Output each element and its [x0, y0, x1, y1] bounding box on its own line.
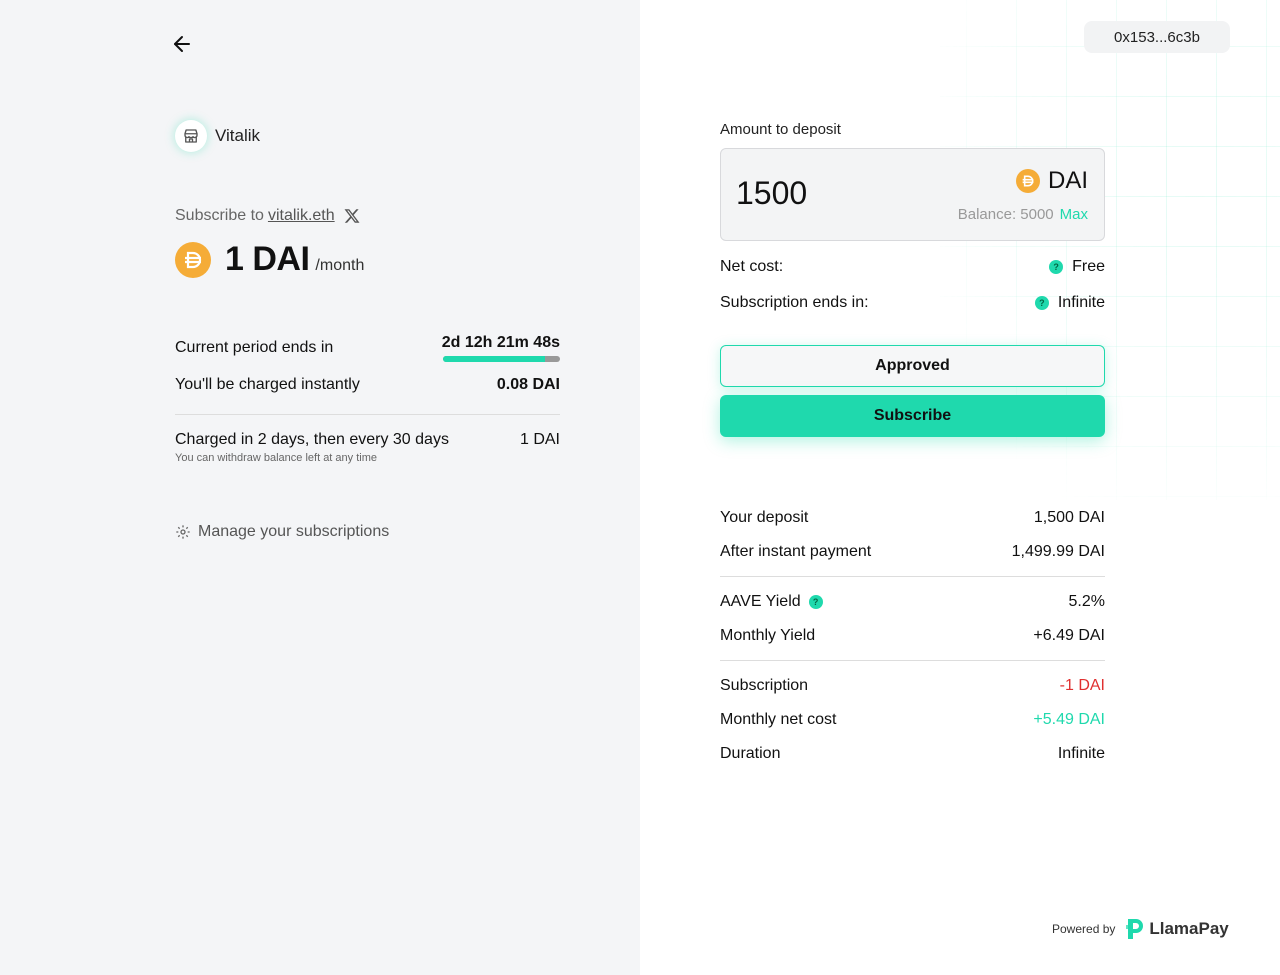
aave-yield-value: 5.2% — [1068, 593, 1105, 610]
monthly-yield-value: +6.49 DAI — [1033, 627, 1105, 644]
net-cost-label: Net cost: — [720, 258, 784, 275]
amount-box: DAI Balance: 5000 Max — [720, 148, 1105, 241]
withdraw-note: You can withdraw balance left at any tim… — [175, 452, 377, 464]
monthly-yield-row: Monthly Yield +6.49 DAI — [720, 627, 1105, 645]
after-payment-row: After instant payment 1,499.99 DAI — [720, 543, 1105, 561]
creator-info: Vitalik — [175, 120, 260, 152]
ends-in-label: Subscription ends in: — [720, 294, 869, 311]
aave-yield-label: AAVE Yield — [720, 593, 801, 610]
monthly-yield-label: Monthly Yield — [720, 627, 816, 644]
amount-input[interactable] — [736, 175, 936, 212]
after-payment-label: After instant payment — [720, 543, 872, 560]
right-panel: 0x153...6c3b Amount to deposit DAI Balan… — [640, 0, 1280, 975]
balance-line: Balance: 5000 Max — [958, 206, 1088, 223]
back-arrow-icon[interactable] — [170, 32, 194, 56]
ends-in-row: Subscription ends in: ? Infinite — [720, 294, 1105, 312]
charged-recurring-row: Charged in 2 days, then every 30 days 1 … — [175, 431, 560, 449]
duration-row: Duration Infinite — [720, 745, 1105, 763]
divider — [720, 576, 1105, 577]
duration-label: Duration — [720, 745, 781, 762]
help-icon[interactable]: ? — [1034, 296, 1049, 310]
llamapay-logo[interactable]: LlamaPay — [1125, 917, 1229, 941]
creator-link[interactable]: vitalik.eth — [268, 207, 335, 225]
net-cost-row: Net cost: ? Free — [720, 258, 1105, 276]
max-button[interactable]: Max — [1060, 206, 1088, 223]
charged-instantly-row: You'll be charged instantly 0.08 DAI — [175, 376, 560, 394]
wallet-address-button[interactable]: 0x153...6c3b — [1084, 21, 1230, 53]
subscription-value: -1 DAI — [1059, 677, 1105, 694]
token-display: DAI — [1015, 167, 1088, 195]
llamapay-logo-icon — [1126, 919, 1144, 939]
help-icon[interactable]: ? — [808, 595, 823, 609]
charged-instantly-label: You'll be charged instantly — [175, 376, 360, 393]
monthly-net-label: Monthly net cost — [720, 711, 837, 728]
aave-yield-row: AAVE Yield? 5.2% — [720, 593, 1105, 611]
divider — [175, 414, 560, 415]
duration-value: Infinite — [1057, 745, 1105, 762]
gear-icon — [176, 525, 190, 539]
subscribe-prefix: Subscribe to — [175, 207, 264, 224]
ends-in-value: Infinite — [1057, 294, 1105, 311]
deposit-row: Your deposit 1,500 DAI — [720, 509, 1105, 527]
net-cost-value: Free — [1072, 258, 1105, 275]
subscribe-to-line: Subscribe to vitalik.eth — [175, 207, 361, 225]
after-payment-value: 1,499.99 DAI — [1011, 543, 1105, 560]
monthly-net-row: Monthly net cost +5.49 DAI — [720, 711, 1105, 729]
amount-label: Amount to deposit — [720, 121, 841, 138]
dai-coin-icon — [175, 241, 211, 278]
period-progress-bar — [443, 356, 560, 362]
charged-recurring-label: Charged in 2 days, then every 30 days — [175, 431, 449, 448]
left-panel: Vitalik Subscribe to vitalik.eth 1 DAI /… — [0, 0, 640, 975]
creator-name: Vitalik — [215, 126, 261, 145]
help-icon[interactable]: ? — [1049, 260, 1064, 274]
charged-instantly-value: 0.08 DAI — [496, 376, 560, 393]
token-symbol: DAI — [1047, 167, 1088, 194]
subscription-label: Subscription — [720, 677, 809, 694]
deposit-label: Your deposit — [720, 509, 809, 526]
subscribe-button[interactable]: Subscribe — [720, 395, 1105, 437]
price-period: /month — [315, 256, 365, 274]
balance-text: Balance: 5000 — [957, 206, 1054, 223]
manage-label: Manage your subscriptions — [198, 523, 390, 540]
current-period-value: 2d 12h 21m 48s — [441, 334, 560, 351]
x-twitter-icon[interactable] — [343, 207, 361, 225]
price-display: 1 DAI /month — [175, 240, 364, 279]
current-period-row: Current period ends in 2d 12h 21m 48s — [175, 334, 560, 362]
manage-subscriptions-link[interactable]: Manage your subscriptions — [175, 523, 389, 541]
subscription-row: Subscription -1 DAI — [720, 677, 1105, 695]
period-progress-fill — [443, 356, 545, 362]
divider — [720, 660, 1105, 661]
powered-by-label: Powered by — [1052, 922, 1116, 936]
brand-name: LlamaPay — [1149, 919, 1229, 938]
store-icon — [175, 120, 207, 152]
charged-recurring-value: 1 DAI — [519, 431, 560, 448]
powered-by: Powered by LlamaPay — [1052, 917, 1229, 941]
current-period-label: Current period ends in — [175, 339, 334, 356]
dai-coin-icon — [1015, 169, 1040, 193]
price-amount: 1 DAI — [225, 240, 310, 278]
approved-button[interactable]: Approved — [720, 345, 1105, 387]
monthly-net-value: +5.49 DAI — [1033, 711, 1105, 728]
deposit-value: 1,500 DAI — [1033, 509, 1105, 526]
